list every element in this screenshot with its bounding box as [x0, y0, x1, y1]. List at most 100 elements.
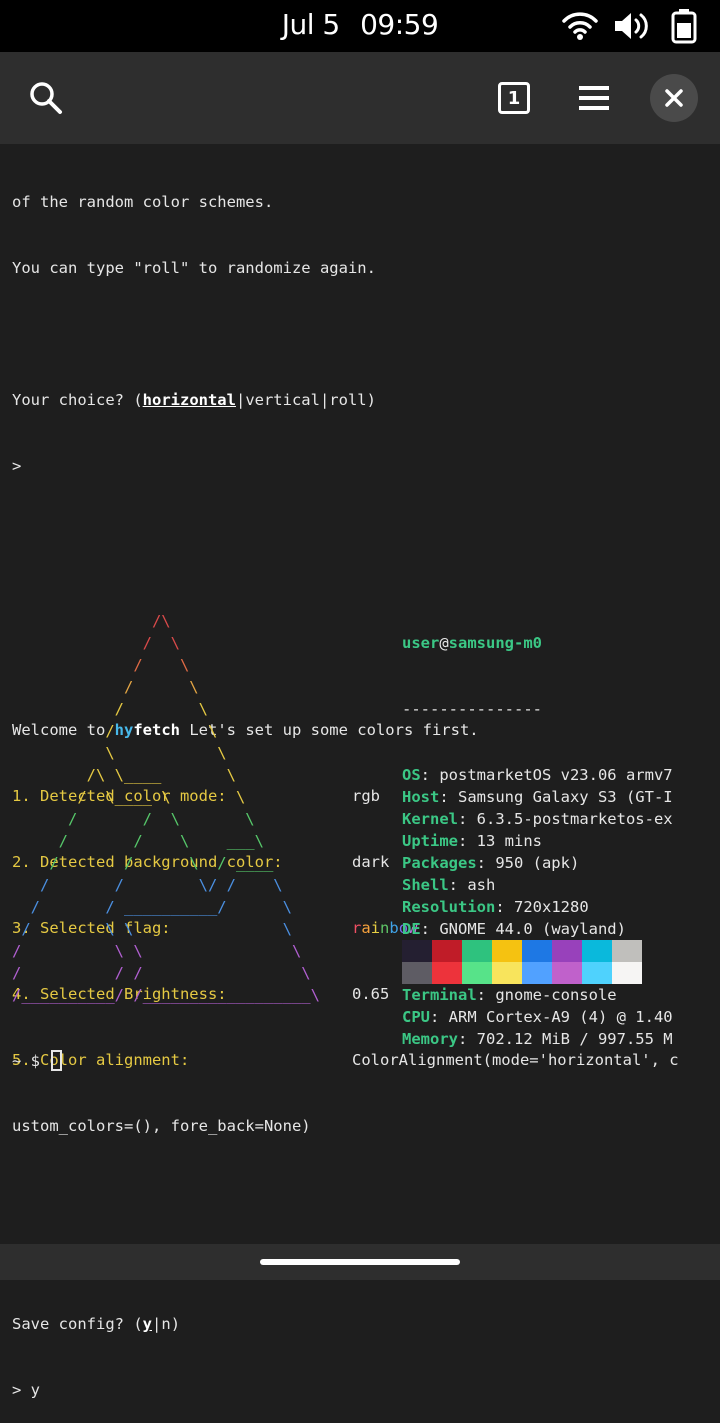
- logo-line: / \: [12, 678, 199, 696]
- info-value: : postmarketOS v23.06 armv7: [420, 766, 673, 784]
- gesture-bar: [0, 1244, 720, 1280]
- logo-line: / \____ \ \: [12, 788, 246, 806]
- menu-icon: [579, 86, 609, 110]
- info-value: : 13 mins: [458, 832, 542, 850]
- info-value: : 720x1280: [495, 898, 589, 916]
- info-separator: ---------------: [402, 700, 542, 718]
- info-value: : 950 (apk): [476, 854, 580, 872]
- logo-line: /\ \____ \: [12, 766, 236, 784]
- info-row: Memory: 702.12 MiB / 997.55 M: [402, 1028, 720, 1050]
- info-rows: OS: postmarketOS v23.06 armv7 Host: Samsu…: [402, 764, 720, 1050]
- info-key: Host: [402, 788, 440, 806]
- palette-swatch: [582, 962, 612, 984]
- palette-swatch: [432, 940, 462, 962]
- status-bar: Jul 5 09:59: [0, 0, 720, 52]
- shell-prompt[interactable]: ~ $: [12, 1050, 63, 1071]
- flag-letter: i: [370, 919, 381, 937]
- logo-line: \ \: [12, 744, 227, 762]
- close-icon: [665, 89, 683, 107]
- setting-value: dark: [352, 853, 390, 871]
- home-handle[interactable]: [260, 1259, 460, 1265]
- palette-swatch: [492, 962, 522, 984]
- info-row: CPU: ARM Cortex-A9 (4) @ 1.40: [402, 1006, 720, 1028]
- palette-swatch: [462, 940, 492, 962]
- palette-swatch: [612, 962, 642, 984]
- info-value: : Samsung Galaxy S3 (GT-I: [439, 788, 673, 806]
- palette-swatch: [462, 962, 492, 984]
- flag-letter: r: [352, 919, 362, 937]
- palette-swatch: [492, 940, 522, 962]
- info-value: : GNOME 44.0 (wayland): [420, 920, 626, 938]
- info-value: : 702.12 MiB / 997.55 M: [458, 1030, 673, 1048]
- info-key: Shell: [402, 876, 449, 894]
- info-row: OS: postmarketOS v23.06 armv7: [402, 764, 720, 786]
- distro-ascii-logo: /\ / \ / \ / \ / \ / \ \ \ /\ \____ \ / …: [12, 610, 320, 1006]
- palette-swatch: [552, 940, 582, 962]
- info-user: user: [402, 634, 440, 652]
- palette-swatch: [432, 962, 462, 984]
- logo-line: / \: [12, 656, 190, 674]
- info-row: Terminal: gnome-console: [402, 984, 720, 1006]
- info-key: OS: [402, 766, 421, 784]
- flag-letter: a: [361, 919, 371, 937]
- tab-count: 1: [507, 87, 521, 109]
- info-row: Uptime: 13 mins: [402, 830, 720, 852]
- terminal-line: >: [12, 457, 22, 475]
- setting-value: rgb: [352, 787, 380, 805]
- tab-overview-button[interactable]: 1: [490, 74, 538, 122]
- info-key: Uptime: [402, 832, 458, 850]
- palette-swatch: [402, 962, 432, 984]
- close-button[interactable]: [650, 74, 698, 122]
- status-time: 09:59: [360, 8, 439, 41]
- search-icon: [30, 82, 62, 114]
- info-row: Kernel: 6.3.5-postmarketos-ex: [402, 808, 720, 830]
- palette-swatch: [582, 940, 612, 962]
- choice-rest: |vertical|roll): [235, 391, 376, 409]
- logo-line: /\: [12, 612, 171, 630]
- logo-line: / / \ \: [12, 810, 255, 828]
- info-key: Kernel: [402, 810, 458, 828]
- info-host: samsung-m0: [448, 634, 542, 652]
- status-date: Jul 5: [281, 8, 341, 41]
- logo-line: / / \ ___\: [12, 832, 264, 850]
- info-value: : 6.3.5-postmarketos-ex: [458, 810, 673, 828]
- info-key: Resolution: [402, 898, 496, 916]
- save-no: n: [161, 1315, 171, 1333]
- info-key: Terminal: [402, 986, 477, 1004]
- info-value: : ARM Cortex-A9 (4) @ 1.40: [430, 1008, 673, 1026]
- choice-default: horizontal: [142, 391, 236, 409]
- menu-button[interactable]: [570, 74, 618, 122]
- choice-prompt: Your choice? (horizontal|vertical|roll): [12, 389, 712, 411]
- battery-icon: [671, 9, 697, 44]
- setting-value: 0.65: [352, 985, 390, 1003]
- volume-icon: [615, 13, 648, 39]
- prompt-text: ~ $: [12, 1052, 40, 1070]
- logo-line: / / \/ / \: [12, 876, 283, 894]
- choice-prefix: Your choice? (: [12, 391, 143, 409]
- info-value: : gnome-console: [476, 986, 617, 1004]
- text-cursor: [51, 1050, 63, 1071]
- logo-line: / / __________/ \: [12, 898, 292, 916]
- palette-swatch: [552, 962, 582, 984]
- save-suffix: ): [170, 1315, 181, 1333]
- color-palette: [402, 940, 642, 984]
- palette-swatch: [612, 940, 642, 962]
- terminal-line: > y: [12, 1381, 40, 1399]
- terminal-line: ustom_colors=(), fore_back=None): [12, 1117, 311, 1135]
- info-key: DE: [402, 920, 421, 938]
- palette-swatch: [522, 940, 552, 962]
- tab-counter-icon: 1: [498, 82, 530, 114]
- info-key: Packages: [402, 854, 477, 872]
- flag-letter: n: [380, 919, 390, 937]
- logo-line: / \: [12, 700, 208, 718]
- terminal-line: You can type "roll" to randomize again.: [12, 259, 376, 277]
- logo-line: / \: [12, 634, 180, 652]
- flag-letter: b: [389, 919, 399, 937]
- info-key: Memory: [402, 1030, 458, 1048]
- save-prefix: Save config? (: [12, 1315, 143, 1333]
- info-row: Packages: 950 (apk): [402, 852, 720, 874]
- palette-swatch: [522, 962, 552, 984]
- save-sep: |: [152, 1315, 162, 1333]
- search-button[interactable]: [22, 74, 70, 122]
